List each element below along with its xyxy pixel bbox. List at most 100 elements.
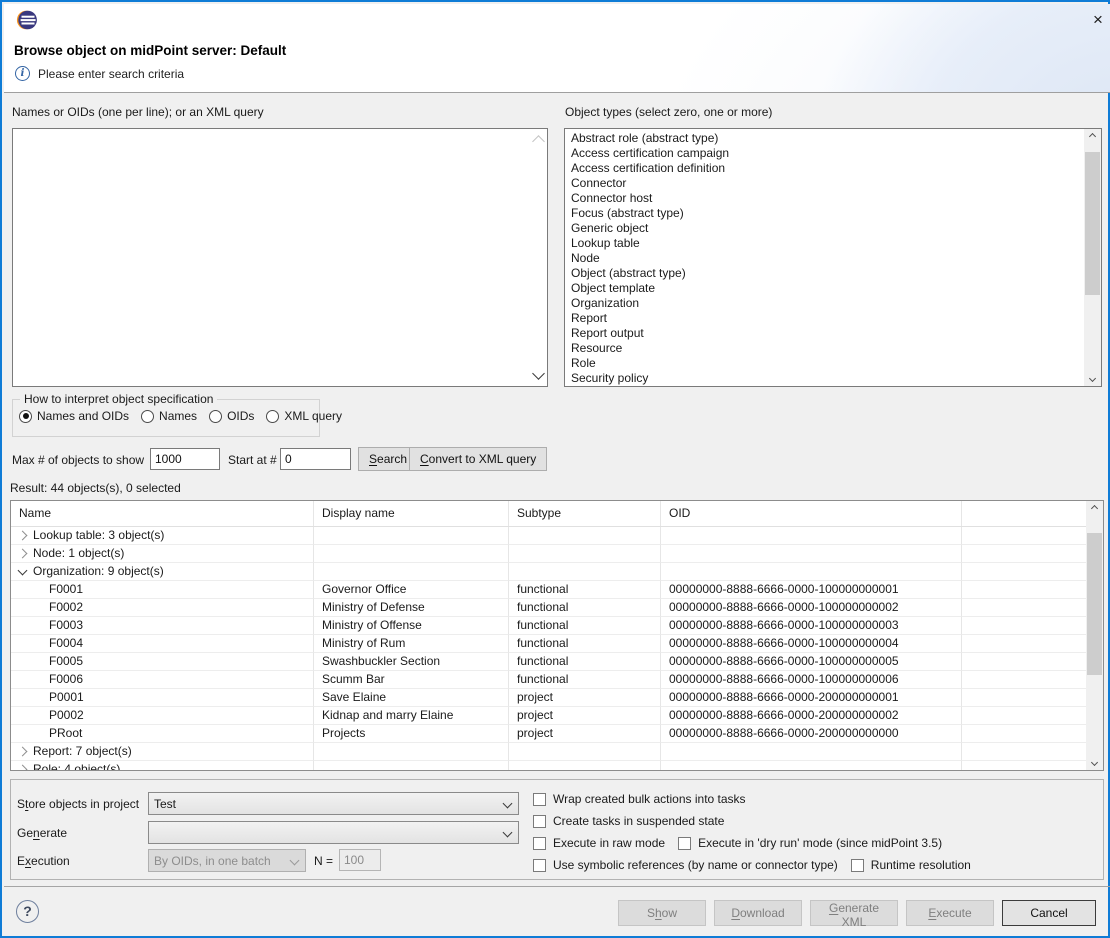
chevron-down-icon[interactable] bbox=[532, 367, 545, 380]
object-type-option-node[interactable]: Node bbox=[565, 251, 1084, 266]
table-row[interactable]: PRootProjectsproject00000000-8888-6666-0… bbox=[11, 725, 1086, 743]
object-type-option-access-certification-campaign[interactable]: Access certification campaign bbox=[565, 146, 1084, 161]
interpret-groupbox: How to interpret object specification Na… bbox=[12, 399, 320, 437]
chevron-up-icon[interactable] bbox=[532, 135, 545, 148]
banner: × Browse object on midPoint server: Defa… bbox=[4, 4, 1110, 92]
object-type-option-generic-object[interactable]: Generic object bbox=[565, 221, 1084, 236]
object-type-option-lookup-table[interactable]: Lookup table bbox=[565, 236, 1084, 251]
store-project-select[interactable]: Test bbox=[148, 792, 519, 815]
chevron-right-icon[interactable] bbox=[18, 531, 28, 541]
names-oids-textarea[interactable] bbox=[12, 128, 548, 387]
column-header-subtype[interactable]: Subtype bbox=[509, 501, 661, 526]
max-objects-input[interactable] bbox=[150, 448, 220, 470]
table-group-row[interactable]: Role: 4 object(s) bbox=[11, 761, 1086, 771]
table-row[interactable]: F0003Ministry of Offensefunctional000000… bbox=[11, 617, 1086, 635]
download-button[interactable]: Download bbox=[714, 900, 802, 926]
cell-name: F0003 bbox=[11, 617, 314, 635]
execute-button[interactable]: Execute bbox=[906, 900, 994, 926]
chevron-down-icon[interactable] bbox=[18, 566, 28, 576]
table-group-row[interactable]: Organization: 9 object(s) bbox=[11, 563, 1086, 581]
cell-empty bbox=[962, 599, 1086, 617]
suspended-tasks-checkbox[interactable] bbox=[533, 815, 546, 828]
convert-to-xml-query-button[interactable]: Convert to XML query bbox=[409, 447, 547, 471]
object-type-option-abstract-role-abstract-type[interactable]: Abstract role (abstract type) bbox=[565, 131, 1084, 146]
scroll-down-icon[interactable] bbox=[1084, 371, 1101, 386]
object-type-option-access-certification-definition[interactable]: Access certification definition bbox=[565, 161, 1084, 176]
row-name: Report: 7 object(s) bbox=[33, 744, 132, 758]
table-row[interactable]: F0002Ministry of Defensefunctional000000… bbox=[11, 599, 1086, 617]
column-header-display-name[interactable]: Display name bbox=[314, 501, 509, 526]
radio-label: Names and OIDs bbox=[37, 409, 129, 423]
result-table-scrollbar[interactable] bbox=[1086, 501, 1103, 770]
object-type-option-organization[interactable]: Organization bbox=[565, 296, 1084, 311]
cell-name: Report: 7 object(s) bbox=[11, 743, 314, 761]
object-type-option-connector-host[interactable]: Connector host bbox=[565, 191, 1084, 206]
cell-subtype bbox=[509, 545, 661, 563]
object-type-option-role[interactable]: Role bbox=[565, 356, 1084, 371]
info-icon: i bbox=[15, 66, 30, 81]
table-row[interactable]: F0001Governor Officefunctional00000000-8… bbox=[11, 581, 1086, 599]
cell-subtype bbox=[509, 527, 661, 545]
cell-empty bbox=[962, 653, 1086, 671]
table-row[interactable]: P0001Save Elaineproject00000000-8888-666… bbox=[11, 689, 1086, 707]
object-type-option-object-abstract-type[interactable]: Object (abstract type) bbox=[565, 266, 1084, 281]
table-group-row[interactable]: Report: 7 object(s) bbox=[11, 743, 1086, 761]
dry-run-checkbox[interactable] bbox=[678, 837, 691, 850]
table-row[interactable]: P0002Kidnap and marry Elaineproject00000… bbox=[11, 707, 1086, 725]
execution-select[interactable]: By OIDs, in one batch bbox=[148, 849, 306, 872]
start-at-input[interactable] bbox=[280, 448, 351, 470]
table-group-row[interactable]: Node: 1 object(s) bbox=[11, 545, 1086, 563]
object-types-listbox[interactable]: Abstract role (abstract type)Access cert… bbox=[564, 128, 1102, 387]
cell-oid: 00000000-8888-6666-0000-200000000000 bbox=[661, 725, 962, 743]
object-type-option-resource[interactable]: Resource bbox=[565, 341, 1084, 356]
radio-oids[interactable]: OIDs bbox=[209, 409, 254, 423]
result-table-header: Name Display name Subtype OID bbox=[11, 501, 1086, 527]
column-header-name[interactable]: Name bbox=[11, 501, 314, 526]
radio-circle-icon bbox=[141, 410, 154, 423]
object-type-option-object-template[interactable]: Object template bbox=[565, 281, 1084, 296]
raw-mode-checkbox[interactable] bbox=[533, 837, 546, 850]
table-row[interactable]: F0004Ministry of Rumfunctional00000000-8… bbox=[11, 635, 1086, 653]
symbolic-references-checkbox[interactable] bbox=[533, 859, 546, 872]
radio-names-and-oids[interactable]: Names and OIDs bbox=[19, 409, 129, 423]
show-button[interactable]: Show bbox=[618, 900, 706, 926]
wrap-tasks-label: Wrap created bulk actions into tasks bbox=[553, 792, 746, 806]
radio-xml-query[interactable]: XML query bbox=[266, 409, 342, 423]
dialog-window: × Browse object on midPoint server: Defa… bbox=[0, 0, 1110, 938]
cell-oid: 00000000-8888-6666-0000-100000000004 bbox=[661, 635, 962, 653]
help-icon[interactable]: ? bbox=[16, 900, 39, 923]
object-type-option-connector[interactable]: Connector bbox=[565, 176, 1084, 191]
object-types-scrollbar[interactable] bbox=[1084, 129, 1101, 386]
runtime-resolution-checkbox[interactable] bbox=[851, 859, 864, 872]
generate-select[interactable] bbox=[148, 821, 519, 844]
close-icon[interactable]: × bbox=[1086, 8, 1110, 32]
radio-names[interactable]: Names bbox=[141, 409, 197, 423]
scroll-up-icon[interactable] bbox=[1086, 501, 1103, 516]
execution-value: By OIDs, in one batch bbox=[154, 854, 271, 868]
column-header-oid[interactable]: OID bbox=[661, 501, 962, 526]
cell-oid bbox=[661, 527, 962, 545]
cell-empty bbox=[962, 563, 1086, 581]
scroll-up-icon[interactable] bbox=[1084, 129, 1101, 144]
object-type-option-report-output[interactable]: Report output bbox=[565, 326, 1084, 341]
chevron-right-icon[interactable] bbox=[18, 747, 28, 757]
row-name: F0004 bbox=[49, 636, 83, 650]
cell-name: Organization: 9 object(s) bbox=[11, 563, 314, 581]
wrap-tasks-checkbox[interactable] bbox=[533, 793, 546, 806]
table-row[interactable]: F0006Scumm Barfunctional00000000-8888-66… bbox=[11, 671, 1086, 689]
table-group-row[interactable]: Lookup table: 3 object(s) bbox=[11, 527, 1086, 545]
scrollbar-thumb[interactable] bbox=[1087, 533, 1102, 675]
object-type-option-security-policy[interactable]: Security policy bbox=[565, 371, 1084, 386]
max-objects-label: Max # of objects to show bbox=[12, 453, 144, 467]
table-row[interactable]: F0005Swashbuckler Sectionfunctional00000… bbox=[11, 653, 1086, 671]
object-type-option-report[interactable]: Report bbox=[565, 311, 1084, 326]
generate-xml-button[interactable]: Generate XML bbox=[810, 900, 898, 926]
chevron-right-icon[interactable] bbox=[18, 549, 28, 559]
row-name: F0002 bbox=[49, 600, 83, 614]
cancel-button[interactable]: Cancel bbox=[1002, 900, 1096, 926]
chevron-right-icon[interactable] bbox=[18, 765, 28, 771]
batch-size-input[interactable] bbox=[339, 849, 381, 871]
object-type-option-focus-abstract-type[interactable]: Focus (abstract type) bbox=[565, 206, 1084, 221]
scrollbar-thumb[interactable] bbox=[1085, 152, 1100, 295]
scroll-down-icon[interactable] bbox=[1086, 755, 1103, 770]
